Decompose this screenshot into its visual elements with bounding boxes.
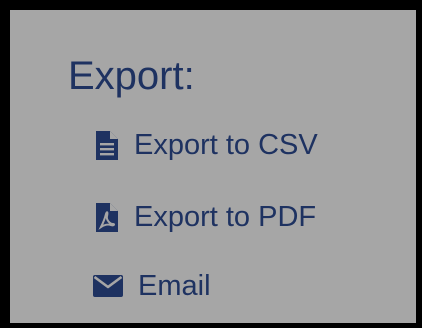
- export-pdf-link[interactable]: Export to PDF: [94, 200, 316, 234]
- export-csv-link[interactable]: Export to CSV: [94, 128, 318, 162]
- file-text-icon: [94, 130, 120, 160]
- envelope-icon: [92, 271, 124, 301]
- export-panel: Export: Export to CSV Export to PDF Emai…: [10, 10, 416, 323]
- email-label: Email: [138, 270, 211, 302]
- export-title: Export:: [68, 54, 195, 98]
- file-pdf-icon: [94, 202, 120, 232]
- export-csv-label: Export to CSV: [134, 129, 318, 161]
- export-pdf-label: Export to PDF: [134, 201, 317, 233]
- email-link[interactable]: Email: [92, 269, 211, 303]
